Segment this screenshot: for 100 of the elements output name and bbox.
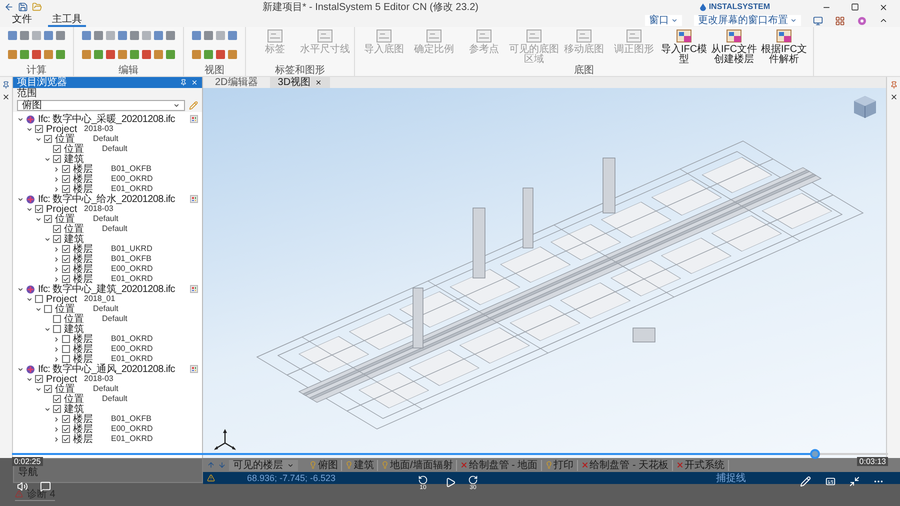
checkbox[interactable] [53,395,61,403]
expand-chevron-icon[interactable] [53,356,60,362]
checkbox[interactable] [35,295,43,303]
collapse-ribbon-icon[interactable] [879,16,888,25]
checkbox[interactable] [35,125,43,133]
collapse-chevron-icon[interactable] [26,126,33,132]
checkbox[interactable] [53,315,61,323]
expand-chevron-icon[interactable] [53,256,60,262]
pin-icon[interactable] [2,81,10,89]
expand-chevron-icon[interactable] [53,416,60,422]
floor-selector[interactable]: 可见的楼层 [229,460,298,470]
expand-chevron-icon[interactable] [53,436,60,442]
checkbox[interactable] [53,235,61,243]
ribbon-button[interactable]: 根据IFC文件解析 [759,27,809,65]
document-tab[interactable]: 2D编辑器 [207,77,266,88]
checkbox[interactable] [62,275,70,283]
ribbon-button[interactable]: 导入IFC模型 [659,27,709,65]
expand-chevron-icon[interactable] [53,186,60,192]
layer-tag[interactable]: 给制盘管 - 天花板 [580,460,673,470]
caret-icon [287,462,294,468]
collapse-chevron-icon[interactable] [44,236,51,242]
expand-chevron-icon[interactable] [53,166,60,172]
checkbox[interactable] [53,155,61,163]
checkbox[interactable] [62,265,70,273]
collapse-chevron-icon[interactable] [35,216,42,222]
expand-chevron-icon[interactable] [53,336,60,342]
checkbox[interactable] [62,415,70,423]
checkbox[interactable] [62,425,70,433]
collapse-chevron-icon[interactable] [26,296,33,302]
warning-icon [15,490,23,498]
tree-value: 2018-03 [84,374,114,385]
expand-chevron-icon[interactable] [53,276,60,282]
collapse-chevron-icon[interactable] [17,196,24,202]
checkbox[interactable] [35,375,43,383]
checkbox[interactable] [62,255,70,263]
layer-tag[interactable]: 给制盘管 - 地面 [460,460,542,470]
expand-chevron-icon[interactable] [53,266,60,272]
checkbox[interactable] [62,345,70,353]
pin-icon[interactable] [180,79,187,86]
collapse-chevron-icon[interactable] [17,116,24,122]
collapse-chevron-icon[interactable] [44,326,51,332]
layer-tag[interactable]: 开式系统 [676,460,729,470]
checkbox[interactable] [53,225,61,233]
brand-logo: INSTALSYSTEM [698,1,770,13]
layer-tag[interactable]: 地面/墙面辐射 [381,460,457,470]
collapse-chevron-icon[interactable] [35,306,42,312]
play-icon[interactable] [445,477,456,488]
dropdown-menu[interactable]: 窗口 [645,15,682,26]
checkbox[interactable] [44,215,52,223]
document-tab[interactable]: 3D视图 [270,77,330,88]
dropdown-menu[interactable]: 更改屏幕的窗口布置 [694,15,801,26]
captions-icon[interactable] [825,476,836,487]
layer-tag[interactable]: 俯图 [309,460,342,470]
checkbox[interactable] [62,245,70,253]
save-icon[interactable] [18,2,28,12]
close-icon[interactable] [890,93,898,101]
layer-tag[interactable]: 建筑 [345,460,378,470]
checkbox[interactable] [62,165,70,173]
checkbox[interactable] [62,355,70,363]
maximize-icon[interactable] [851,3,859,11]
model-file-icon [776,29,792,43]
checkbox[interactable] [62,335,70,343]
back-icon[interactable] [4,2,14,12]
exit-fullscreen-icon[interactable] [849,476,860,487]
collapse-chevron-icon[interactable] [35,136,42,142]
expand-chevron-icon[interactable] [53,176,60,182]
ifc-logo-icon [26,284,35,294]
forward-icon [468,475,478,485]
checkbox[interactable] [53,405,61,413]
checkbox[interactable] [44,385,52,393]
close-icon[interactable] [2,93,10,101]
snap-label[interactable]: 捕捉线 [716,472,746,484]
checkbox[interactable] [53,325,61,333]
checkbox[interactable] [53,145,61,153]
expand-chevron-icon[interactable] [53,426,60,432]
collapse-chevron-icon[interactable] [26,376,33,382]
collapse-chevron-icon[interactable] [17,286,24,292]
layer-tag[interactable]: 打印 [544,460,578,470]
pin-icon[interactable] [890,81,898,89]
collapse-chevron-icon[interactable] [44,156,51,162]
collapse-chevron-icon[interactable] [35,386,42,392]
checkbox[interactable] [62,175,70,183]
collapse-chevron-icon[interactable] [26,206,33,212]
elapsed-time: 0:02:25 [12,457,43,466]
checkbox[interactable] [44,135,52,143]
collapse-chevron-icon[interactable] [17,366,24,372]
ribbon-button[interactable]: 从IFC文件创建楼层 [709,27,759,65]
checkbox[interactable] [62,435,70,443]
grid-icon[interactable] [835,16,845,26]
expand-chevron-icon[interactable] [53,246,60,252]
collapse-chevron-icon[interactable] [44,406,51,412]
expand-chevron-icon[interactable] [53,346,60,352]
volume-icon[interactable] [17,481,28,492]
checkbox[interactable] [44,305,52,313]
monitor-icon[interactable] [813,16,823,26]
checkbox[interactable] [62,185,70,193]
total-time: 0:03:13 [857,457,888,466]
scope-select[interactable]: 俯图 [17,100,185,111]
close-icon[interactable] [879,2,888,12]
checkbox[interactable] [35,205,43,213]
